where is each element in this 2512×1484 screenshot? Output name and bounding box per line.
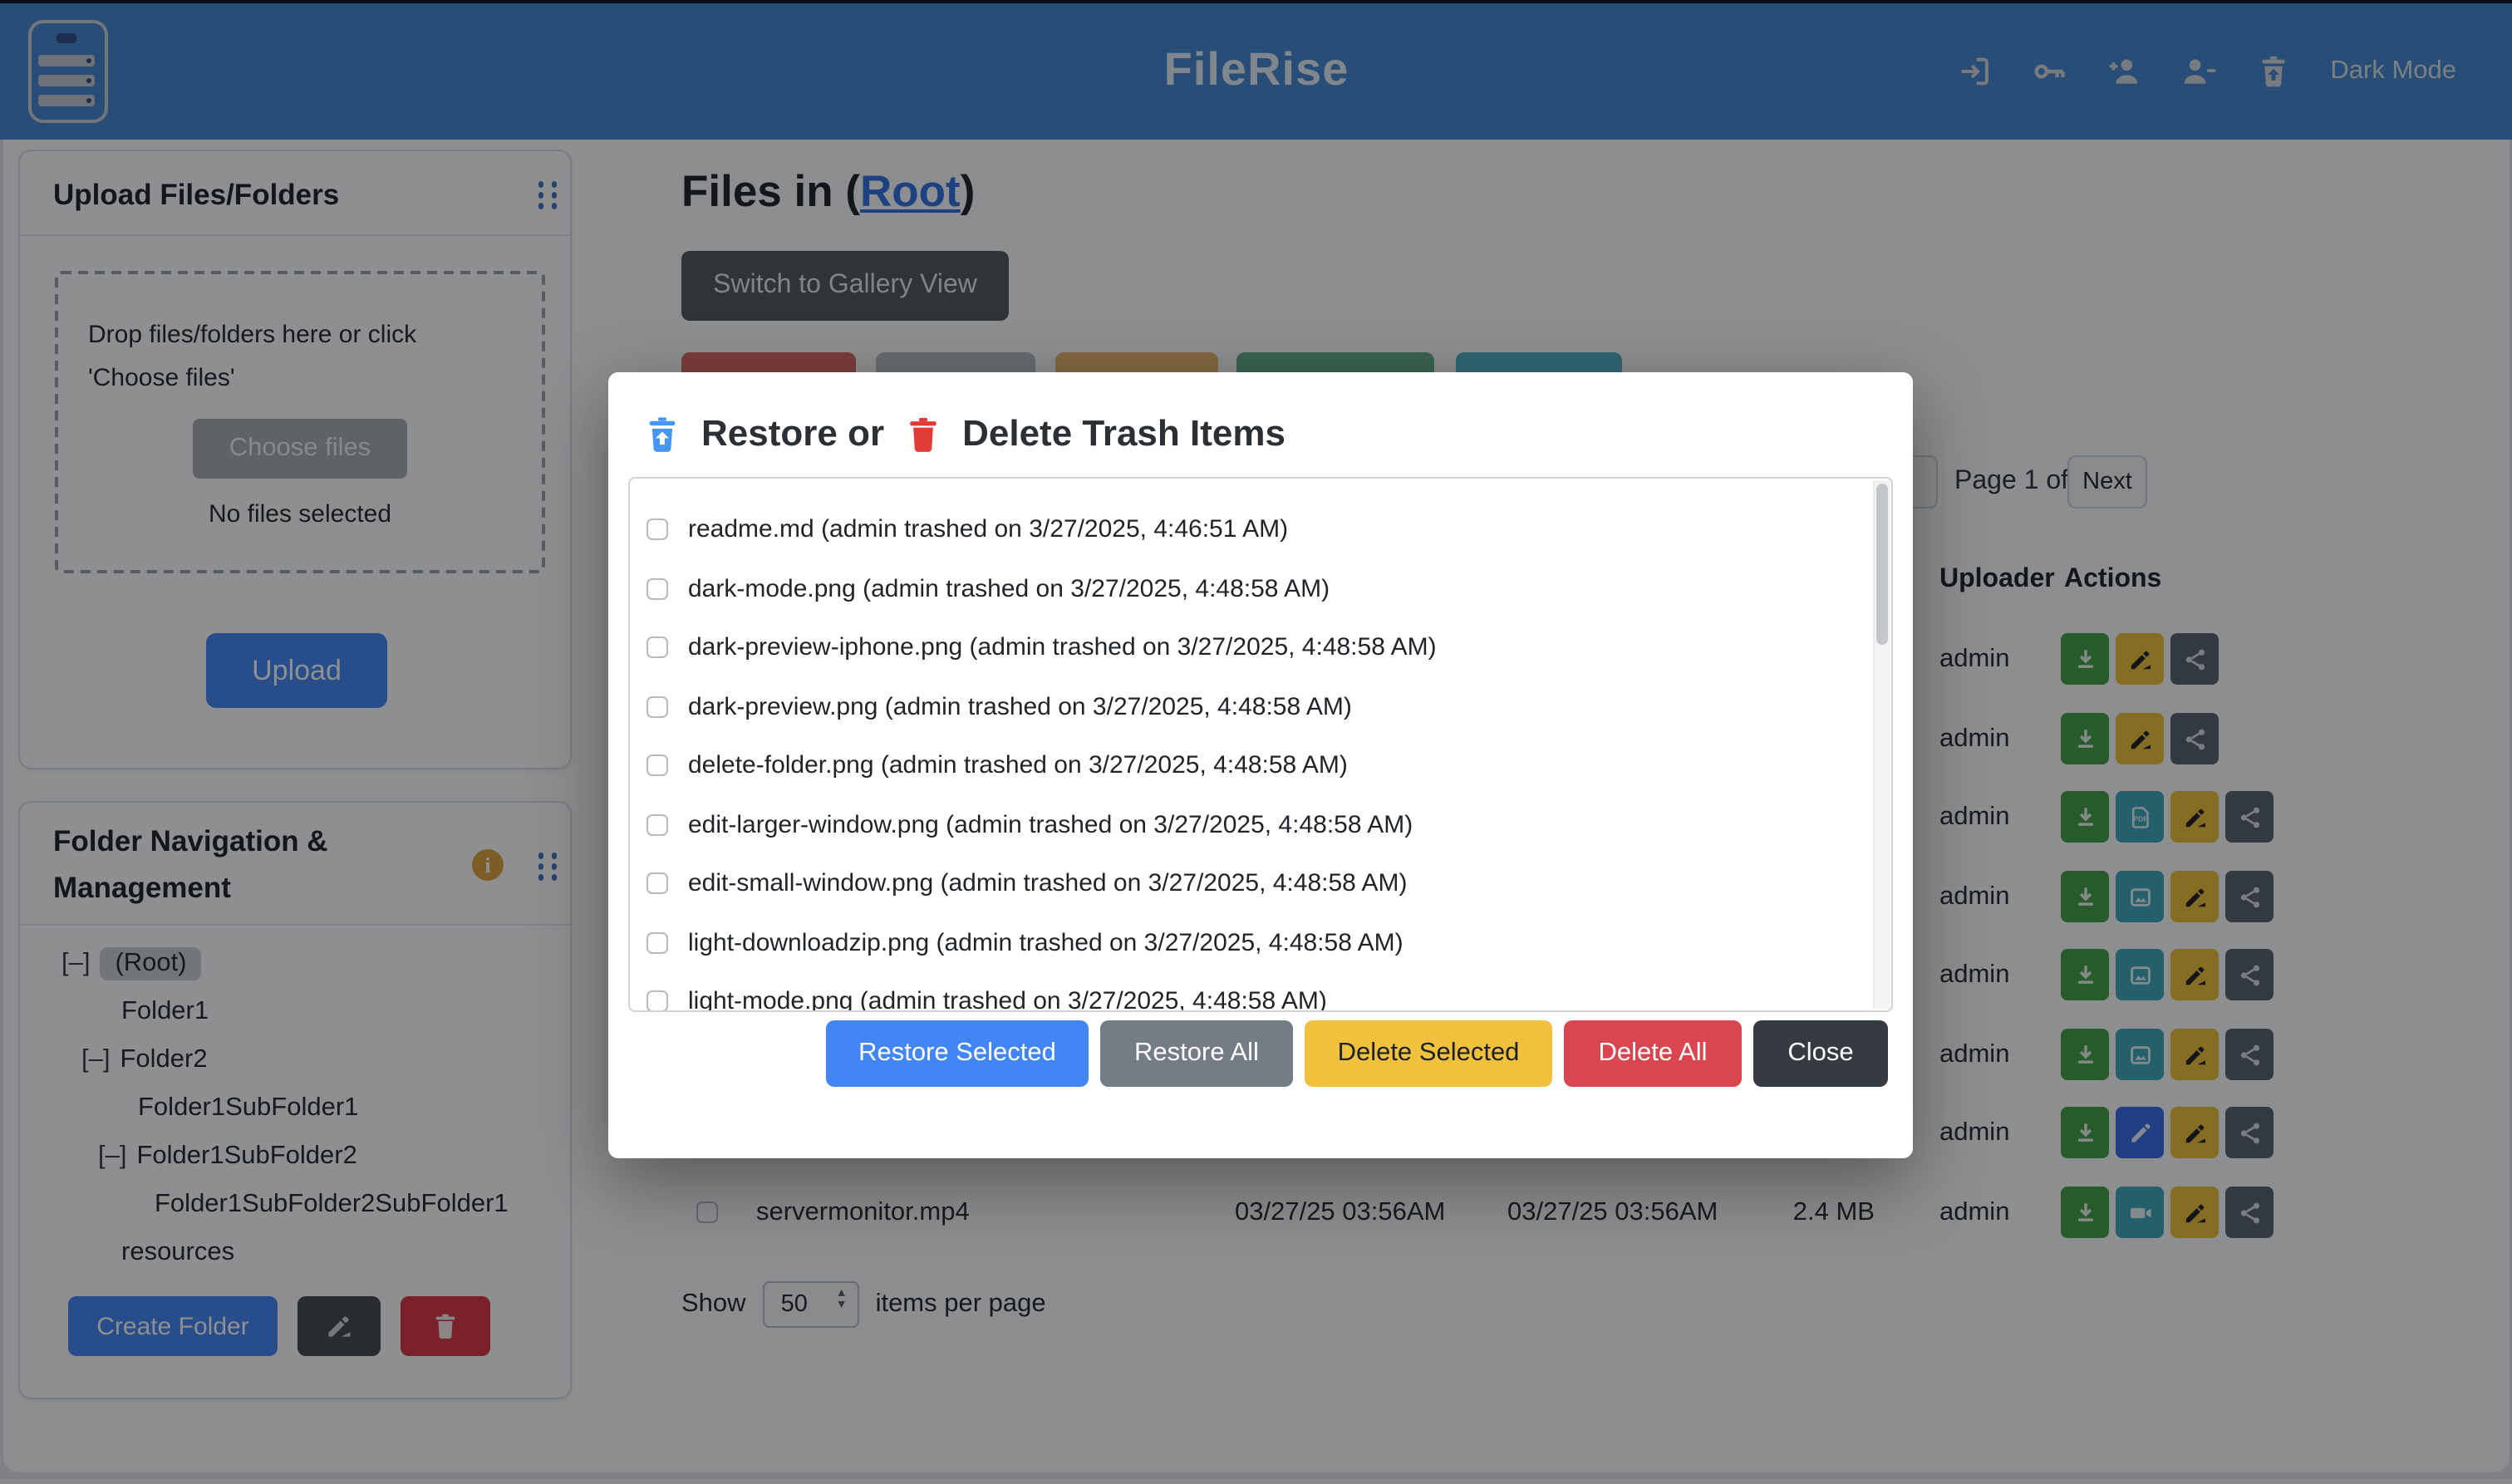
trash-modal-buttons: Restore Selected Restore All Delete Sele… — [608, 1020, 1913, 1087]
delete-all-button[interactable]: Delete All — [1564, 1020, 1742, 1087]
trash-items-list: readme.md (admin trashed on 3/27/2025, 4… — [628, 477, 1893, 1012]
trash-item[interactable]: light-mode.png (admin trashed on 3/27/20… — [646, 972, 1891, 1012]
restore-trash-icon — [642, 410, 683, 458]
item-checkbox[interactable] — [646, 637, 668, 659]
trash-item[interactable]: readme.md (admin trashed on 3/27/2025, 4… — [646, 500, 1891, 559]
close-button[interactable]: Close — [1753, 1020, 1888, 1087]
list-scrollbar[interactable] — [1873, 480, 1890, 1009]
trash-item[interactable]: dark-mode.png (admin trashed on 3/27/202… — [646, 559, 1891, 618]
item-checkbox[interactable] — [646, 755, 668, 777]
restore-selected-button[interactable]: Restore Selected — [826, 1020, 1089, 1087]
trash-item[interactable]: delete-folder.png (admin trashed on 3/27… — [646, 736, 1891, 795]
item-checkbox[interactable] — [646, 519, 668, 541]
trash-modal-title: Restore or Delete Trash Items — [642, 399, 1913, 469]
item-checkbox[interactable] — [646, 578, 668, 600]
trash-item[interactable]: dark-preview-iphone.png (admin trashed o… — [646, 618, 1891, 677]
delete-selected-button[interactable]: Delete Selected — [1305, 1020, 1552, 1087]
delete-trash-icon — [902, 410, 944, 458]
item-checkbox[interactable] — [646, 873, 668, 895]
trash-modal: Restore or Delete Trash Items readme.md … — [608, 372, 1913, 1158]
scrollbar-thumb[interactable] — [1876, 484, 1888, 645]
item-checkbox[interactable] — [646, 696, 668, 718]
item-checkbox[interactable] — [646, 814, 668, 836]
trash-item[interactable]: edit-larger-window.png (admin trashed on… — [646, 795, 1891, 854]
item-checkbox[interactable] — [646, 932, 668, 954]
trash-item[interactable]: edit-small-window.png (admin trashed on … — [646, 854, 1891, 913]
restore-all-button[interactable]: Restore All — [1100, 1020, 1293, 1087]
trash-item[interactable]: dark-preview.png (admin trashed on 3/27/… — [646, 677, 1891, 736]
filerise-app: FileRise Dark Mode Upload Files/Folders … — [0, 0, 2512, 1484]
item-checkbox[interactable] — [646, 991, 668, 1013]
trash-item[interactable]: light-downloadzip.png (admin trashed on … — [646, 913, 1891, 972]
